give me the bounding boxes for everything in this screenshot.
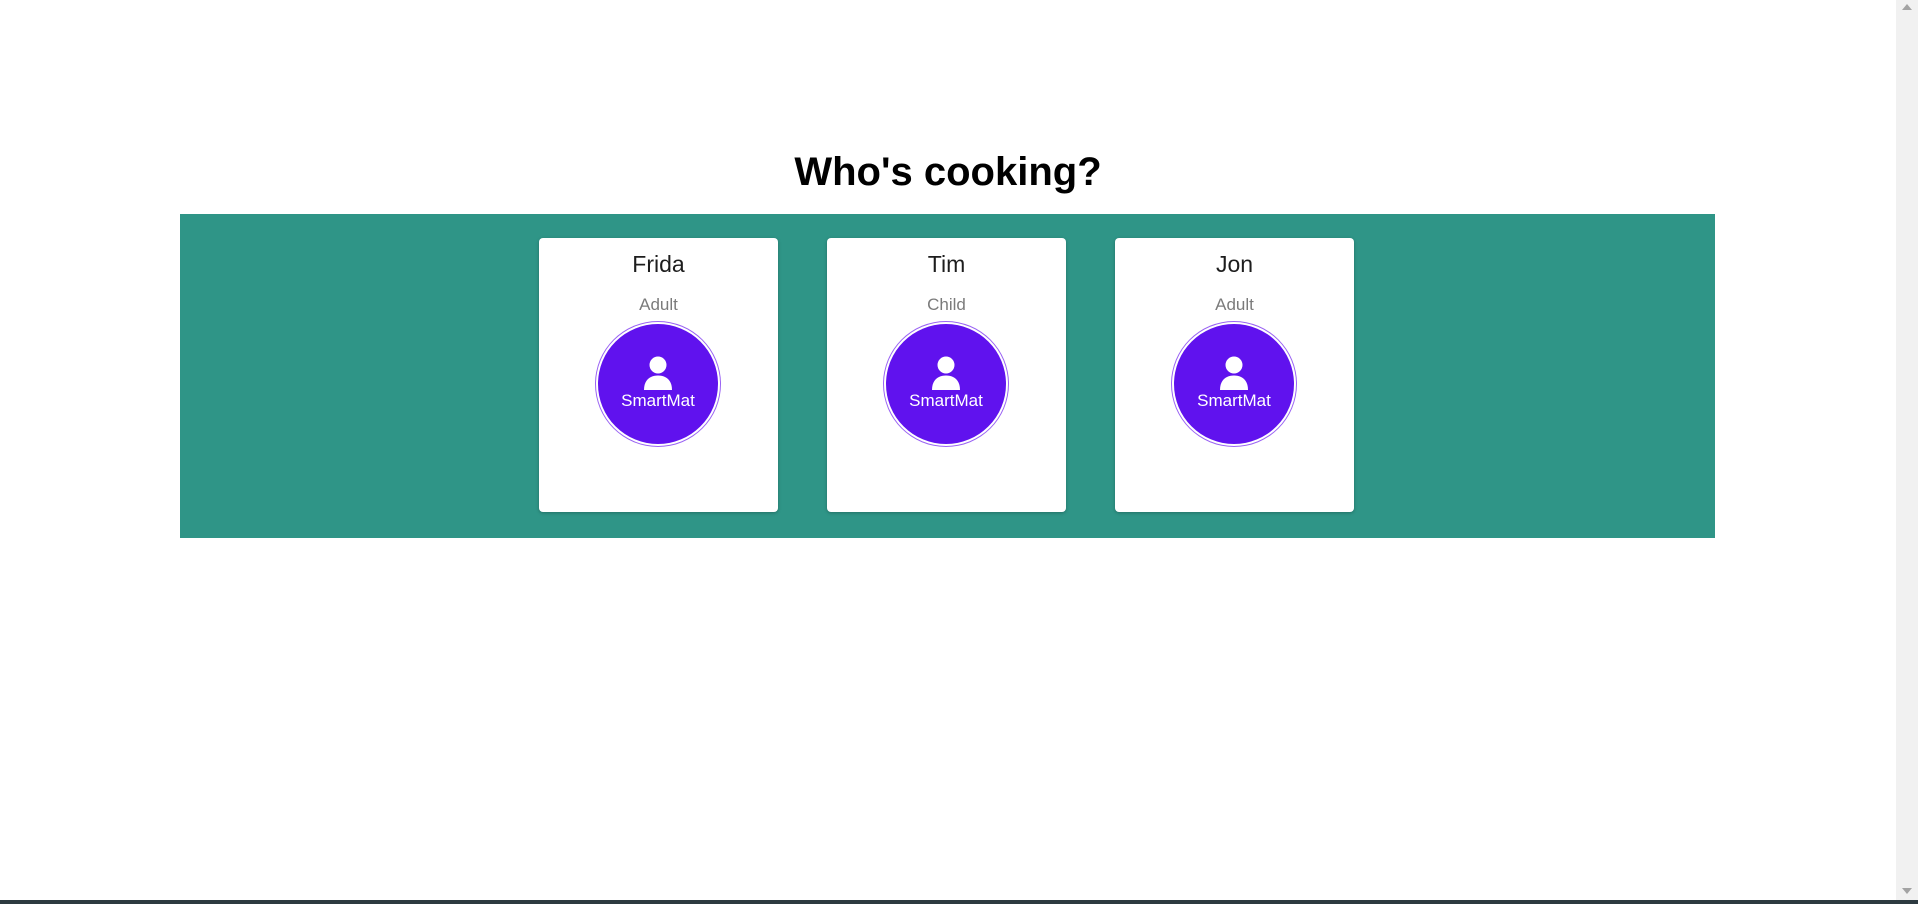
window-bottom-edge [0, 900, 1918, 904]
avatar-label: SmartMat [909, 391, 983, 410]
avatar[interactable]: SmartMat [886, 324, 1006, 444]
avatar[interactable]: SmartMat [1174, 324, 1294, 444]
user-icon [644, 356, 672, 390]
profile-name: Tim [927, 251, 966, 277]
user-icon [932, 356, 960, 390]
profile-name: Jon [1215, 251, 1254, 277]
vertical-scrollbar[interactable] [1896, 0, 1918, 900]
avatar[interactable]: SmartMat [598, 324, 718, 444]
profiles-band: Frida Adult SmartMat Tim Child SmartMat [180, 214, 1715, 538]
profile-role: Adult [639, 295, 678, 314]
profile-role: Adult [1215, 295, 1254, 314]
scroll-down-icon[interactable] [1902, 888, 1912, 894]
profile-card-frida[interactable]: Frida Adult SmartMat [539, 238, 778, 512]
avatar-label: SmartMat [1197, 391, 1271, 410]
user-icon [1220, 356, 1248, 390]
page-title: Who's cooking? [794, 150, 1102, 194]
page-viewport: Who's cooking? Frida Adult SmartMat Tim … [0, 0, 1896, 900]
profile-card-tim[interactable]: Tim Child SmartMat [827, 238, 1066, 512]
profile-name: Frida [632, 251, 685, 277]
avatar-label: SmartMat [621, 391, 695, 410]
profile-card-jon[interactable]: Jon Adult SmartMat [1115, 238, 1354, 512]
scroll-up-icon[interactable] [1902, 4, 1912, 10]
profile-role: Child [927, 295, 966, 314]
